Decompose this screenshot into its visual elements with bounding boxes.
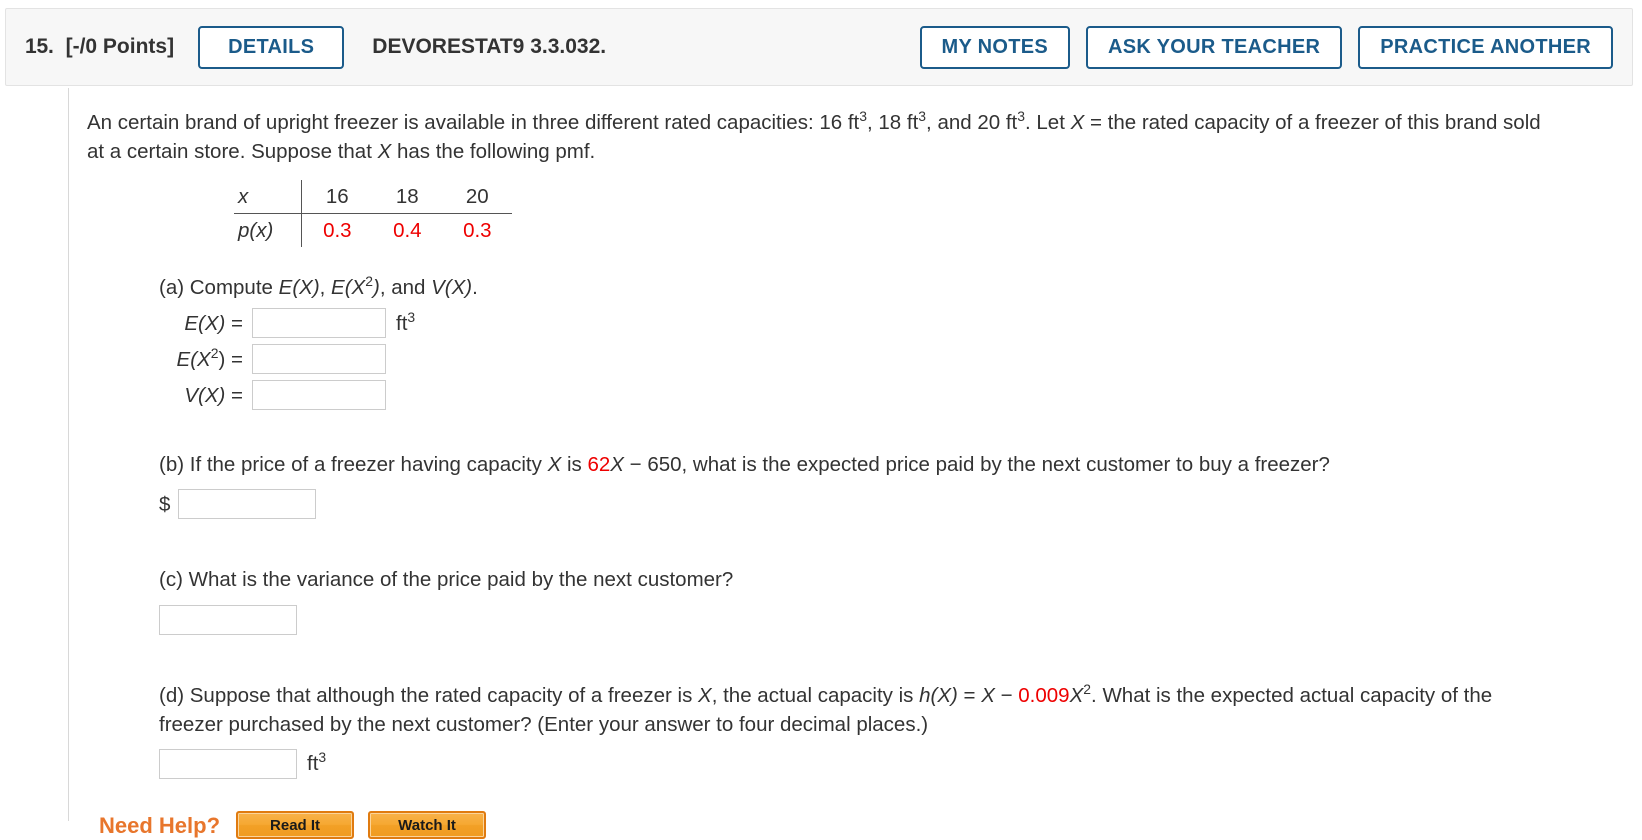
part-b: (b) If the price of a freezer having cap…: [159, 450, 1559, 519]
need-help-section: Need Help? Read It Watch It: [99, 811, 1642, 840]
part-a-eq-vx: =: [225, 383, 243, 407]
pmf-table: x 16 18 20 p(x) 0.3 0.4 0.3: [234, 180, 513, 247]
part-a-prompt-pre: (a) Compute: [159, 276, 279, 299]
question-page: 15. [-/0 Points] DETAILS DEVORESTAT9 3.3…: [0, 0, 1642, 839]
part-b-coefficient-variable: X: [610, 453, 624, 476]
part-a-label-ex2-exponent: 2: [210, 344, 219, 361]
part-d-answer-row: ft3: [159, 748, 1559, 779]
part-d-coefficient: 0.009: [1018, 683, 1070, 707]
part-d-unit-text: ft: [307, 752, 319, 775]
part-b-variable-x: X: [547, 453, 562, 476]
part-a-ex-label: E(X): [278, 276, 320, 299]
textbook-code: DEVORESTAT9 3.3.032.: [372, 35, 607, 58]
part-d-coefficient-variable: X: [1069, 683, 1084, 707]
part-a-ex2-label: E(X: [331, 276, 366, 299]
pmf-row-label-p: p(x): [238, 219, 274, 242]
part-b-text-after: − 650, what is the expected price paid b…: [623, 453, 1330, 476]
part-a-vx-label: V(X): [431, 276, 473, 299]
question-body: An certain brand of upright freezer is a…: [68, 88, 1642, 839]
stem-text-2: , 18 ft: [867, 111, 919, 134]
vx-input[interactable]: [252, 380, 386, 410]
part-a-prompt-mid: ,: [319, 276, 332, 299]
part-d-variable-x: X: [698, 683, 712, 707]
pmf-p-value-0: 0.3: [301, 213, 373, 247]
question-number: 15.: [25, 35, 54, 58]
part-a-label-ex-text: E(X): [184, 311, 226, 335]
part-b-answer-row: $: [159, 489, 1559, 519]
part-b-input[interactable]: [178, 489, 317, 519]
part-d-coefficient-exponent: 2: [1083, 680, 1092, 697]
part-a: (a) Compute E(X), E(X2), and V(X). E(X) …: [159, 273, 1559, 410]
ask-your-teacher-button[interactable]: ASK YOUR TEACHER: [1086, 25, 1343, 69]
part-d-prompt: (d) Suppose that although the rated capa…: [159, 681, 1559, 739]
part-a-label-ex: E(X) =: [159, 309, 243, 338]
part-d-minus: −: [994, 683, 1019, 707]
pmf-x-value-0: 16: [301, 180, 373, 214]
pmf-x-value-2: 20: [442, 180, 513, 214]
part-c: (c) What is the variance of the price pa…: [159, 565, 1559, 635]
table-row-p: p(x) 0.3 0.4 0.3: [234, 213, 512, 247]
part-a-label-ex2-text: E(X: [176, 347, 211, 371]
part-d-unit-exponent: 3: [318, 749, 327, 766]
my-notes-button[interactable]: MY NOTES: [919, 25, 1071, 69]
part-d-equals: =: [957, 683, 982, 707]
part-a-row-vx: V(X) =: [159, 380, 1559, 410]
stem-text-6: has the following pmf.: [391, 140, 596, 163]
stem-exponent-3: 3: [1017, 108, 1025, 125]
part-a-label-vx-text: V(X): [184, 383, 226, 407]
read-it-button[interactable]: Read It: [236, 811, 355, 839]
problem-statement: An certain brand of upright freezer is a…: [87, 108, 1542, 166]
part-d-input[interactable]: [159, 748, 297, 779]
pmf-p-value-1: 0.4: [393, 219, 422, 242]
ex-unit-text: ft: [396, 311, 408, 335]
part-a-row-ex: E(X) = ft3: [159, 308, 1559, 338]
question-header-bar: 15. [-/0 Points] DETAILS DEVORESTAT9 3.3…: [5, 8, 1633, 86]
part-d-unit: ft3: [307, 749, 326, 778]
part-a-prompt-and: , and: [379, 276, 432, 299]
ex-input[interactable]: [252, 308, 386, 338]
ex-unit: ft3: [396, 309, 415, 338]
stem-text-4: . Let: [1025, 111, 1071, 134]
part-c-answer-row: [159, 604, 1559, 635]
dollar-sign: $: [159, 492, 171, 516]
part-d-variable-x2: X: [981, 683, 995, 707]
part-a-ex2-close: ): [373, 276, 380, 299]
ex2-input[interactable]: [252, 344, 386, 374]
part-a-prompt: (a) Compute E(X), E(X2), and V(X).: [159, 273, 1559, 302]
details-button[interactable]: DETAILS: [198, 25, 345, 69]
practice-another-button[interactable]: PRACTICE ANOTHER: [1358, 25, 1613, 69]
part-b-text-pre: (b) If the price of a freezer having cap…: [159, 453, 548, 476]
part-a-ex2-exponent: 2: [365, 273, 373, 290]
part-d-text-mid: , the actual capacity is: [711, 683, 920, 707]
stem-variable-x-2: X: [377, 140, 392, 163]
points-badge: [-/0 Points]: [65, 35, 175, 58]
stem-variable-x-1: X: [1070, 111, 1085, 134]
table-row-x: x 16 18 20: [234, 180, 513, 214]
need-help-label: Need Help?: [99, 812, 221, 838]
part-d: (d) Suppose that although the rated capa…: [159, 681, 1559, 779]
part-a-label-ex2: E(X2) =: [159, 345, 243, 374]
part-a-eq-ex: =: [225, 311, 243, 335]
header-actions: MY NOTES ASK YOUR TEACHER PRACTICE ANOTH…: [919, 25, 1613, 69]
part-b-prompt: (b) If the price of a freezer having cap…: [159, 450, 1559, 479]
ex-unit-exponent: 3: [407, 308, 416, 325]
part-d-h-function: h(X): [919, 683, 958, 707]
stem-text-3: , and 20 ft: [926, 111, 1018, 134]
part-c-input[interactable]: [159, 604, 297, 635]
stem-exponent-2: 3: [918, 108, 927, 125]
part-a-prompt-end: .: [472, 276, 478, 299]
part-b-text-mid: is: [561, 453, 588, 476]
watch-it-button[interactable]: Watch It: [368, 811, 487, 839]
part-a-eq-ex2: ) =: [218, 347, 244, 371]
part-b-coefficient: 62: [587, 453, 611, 476]
pmf-row-label-x: x: [234, 180, 302, 214]
pmf-p-value-2: 0.3: [463, 219, 492, 242]
part-c-prompt: (c) What is the variance of the price pa…: [159, 568, 734, 591]
stem-text-1: An certain brand of upright freezer is a…: [87, 111, 860, 134]
part-a-row-ex2: E(X2) =: [159, 344, 1559, 374]
stem-exponent-1: 3: [859, 108, 867, 125]
pmf-x-value-1: 18: [372, 180, 443, 214]
part-a-label-vx: V(X) =: [159, 381, 243, 410]
part-d-text-pre: (d) Suppose that although the rated capa…: [159, 683, 699, 707]
